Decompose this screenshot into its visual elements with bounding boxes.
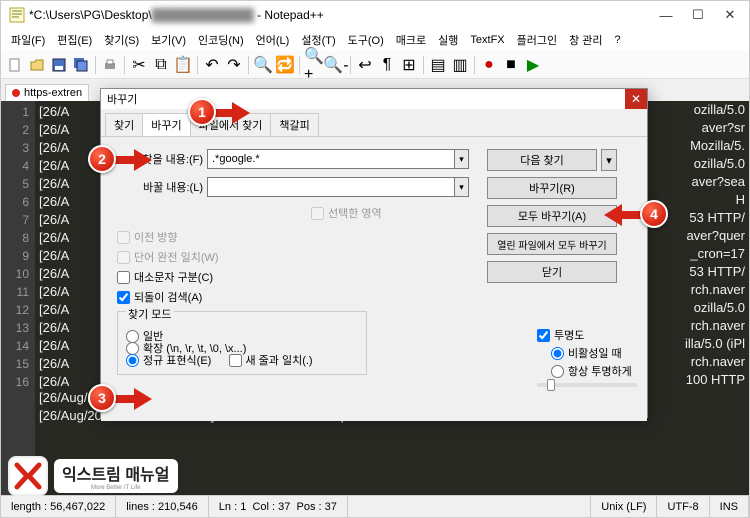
trans-always-radio[interactable] <box>551 365 564 378</box>
close-button[interactable]: 닫기 <box>487 261 617 283</box>
save-icon[interactable] <box>49 55 69 75</box>
annotation-marker-3: 3 <box>88 384 116 412</box>
dialog-body: 찾을 내용:(F) ▾ 바꿀 내용:(L) ▾ 선택한 영역 이전 방향 단어 … <box>101 137 647 421</box>
annotation-arrow-4 <box>604 204 644 226</box>
cut-icon[interactable]: ✂ <box>129 55 149 75</box>
dot-matches-newline-checkbox[interactable] <box>229 354 242 367</box>
menu-view[interactable]: 보기(V) <box>145 30 192 50</box>
window-title: *C:\Users\PG\Desktop\████████████ - Note… <box>29 8 659 22</box>
trans-lose-focus-radio[interactable] <box>551 347 564 360</box>
status-encoding: UTF-8 <box>657 496 709 517</box>
wrap-around-checkbox[interactable] <box>117 291 130 304</box>
redo-icon[interactable]: ↷ <box>224 55 244 75</box>
replace-input[interactable] <box>207 177 455 197</box>
status-eol: Unix (LF) <box>591 496 657 517</box>
replace-icon[interactable]: 🔁 <box>275 55 295 75</box>
find-icon[interactable]: 🔍 <box>253 55 273 75</box>
find-input[interactable] <box>207 149 455 169</box>
selection-only-checkbox <box>311 207 324 220</box>
tab-mark[interactable]: 책갈피 <box>270 113 318 136</box>
tab-find[interactable]: 찾기 <box>105 113 143 136</box>
document-tab[interactable]: https-extren <box>5 84 89 101</box>
watermark-text: 익스트림 매뉴얼 More Better IT Life <box>54 459 178 493</box>
minimize-button[interactable]: — <box>659 8 673 22</box>
annotation-marker-4: 4 <box>640 200 668 228</box>
menu-bar: 파일(F) 편집(E) 찾기(S) 보기(V) 인코딩(N) 언어(L) 설정(… <box>1 29 749 51</box>
unfold-icon[interactable]: ▥ <box>450 55 470 75</box>
annotation-marker-2: 2 <box>88 145 116 173</box>
whole-word-checkbox <box>117 251 130 264</box>
annotation-arrow-2 <box>112 149 152 171</box>
watermark: 익스트림 매뉴얼 More Better IT Life <box>8 456 178 496</box>
menu-encoding[interactable]: 인코딩(N) <box>192 30 250 50</box>
menu-run[interactable]: 실행 <box>432 30 464 50</box>
window-controls: — ☐ ✕ <box>659 8 737 22</box>
annotation-arrow-3 <box>112 388 152 410</box>
status-caret: Ln : 1 Col : 37 Pos : 37 <box>209 496 348 517</box>
line-gutter: 12345678910111213141516 <box>1 101 35 495</box>
replace-all-open-button[interactable]: 열린 파일에서 모두 바꾸기 <box>487 233 617 255</box>
play-macro-icon[interactable]: ▶ <box>523 55 543 75</box>
fold-icon[interactable]: ▤ <box>428 55 448 75</box>
replace-dropdown-icon[interactable]: ▾ <box>455 177 469 197</box>
maximize-button[interactable]: ☐ <box>691 8 705 22</box>
menu-search[interactable]: 찾기(S) <box>98 30 145 50</box>
menu-file[interactable]: 파일(F) <box>5 30 51 50</box>
dialog-close-button[interactable]: ✕ <box>625 89 647 109</box>
transparency-checkbox[interactable] <box>537 329 550 342</box>
modified-dot-icon <box>12 89 20 97</box>
print-icon[interactable] <box>100 55 120 75</box>
find-dropdown-icon[interactable]: ▾ <box>455 149 469 169</box>
replace-dialog: 바꾸기 ✕ 찾기 바꾸기 파일에서 찾기 책갈피 찾을 내용:(F) ▾ 바꿀 … <box>100 88 648 418</box>
save-all-icon[interactable] <box>71 55 91 75</box>
zoom-out-icon[interactable]: 🔍- <box>326 55 346 75</box>
status-bar: length : 56,467,022 lines : 210,546 Ln :… <box>1 495 749 517</box>
record-macro-icon[interactable]: ● <box>479 55 499 75</box>
menu-textfx[interactable]: TextFX <box>464 32 510 48</box>
document-tab-label: https-extren <box>24 87 82 99</box>
transparency-slider[interactable] <box>537 383 637 387</box>
menu-edit[interactable]: 편집(E) <box>51 30 98 50</box>
open-file-icon[interactable] <box>27 55 47 75</box>
find-next-button[interactable]: 다음 찾기 <box>487 149 597 171</box>
close-window-button[interactable]: ✕ <box>723 8 737 22</box>
wrap-icon[interactable]: ↩ <box>355 55 375 75</box>
undo-icon[interactable]: ↶ <box>202 55 222 75</box>
replace-all-button[interactable]: 모두 바꾸기(A) <box>487 205 617 227</box>
find-next-down-button[interactable]: ▾ <box>601 149 617 171</box>
mode-regex-radio[interactable] <box>126 354 139 367</box>
menu-help[interactable]: ? <box>609 32 627 48</box>
annotation-arrow-1 <box>210 102 250 124</box>
search-mode-group: 찾기 모드 일반 확장 (\n, \r, \t, \0, \x...) 정규 표… <box>117 311 367 375</box>
dialog-tabs: 찾기 바꾸기 파일에서 찾기 책갈피 <box>101 109 647 137</box>
app-icon <box>9 7 25 23</box>
new-file-icon[interactable] <box>5 55 25 75</box>
match-case-checkbox[interactable] <box>117 271 130 284</box>
replace-label: 바꿀 내용:(L) <box>131 179 203 195</box>
stop-macro-icon[interactable]: ■ <box>501 55 521 75</box>
annotation-marker-1: 1 <box>188 98 216 126</box>
menu-macro[interactable]: 매크로 <box>390 30 432 50</box>
menu-window[interactable]: 창 관리 <box>563 30 608 50</box>
main-toolbar: ✂ ⧉ 📋 ↶ ↷ 🔍 🔁 🔍+ 🔍- ↩ ¶ ⊞ ▤ ▥ ● ■ ▶ <box>1 51 749 79</box>
menu-language[interactable]: 언어(L) <box>250 30 296 50</box>
indent-guides-icon[interactable]: ⊞ <box>399 55 419 75</box>
backward-checkbox <box>117 231 130 244</box>
replace-button[interactable]: 바꾸기(R) <box>487 177 617 199</box>
status-length: length : 56,467,022 <box>1 496 116 517</box>
show-all-chars-icon[interactable]: ¶ <box>377 55 397 75</box>
paste-icon[interactable]: 📋 <box>173 55 193 75</box>
transparency-group: 투명도 비활성일 때 항상 투명하게 <box>537 327 637 387</box>
watermark-logo-icon <box>8 456 48 496</box>
tab-replace[interactable]: 바꾸기 <box>142 113 190 136</box>
status-lines: lines : 210,546 <box>116 496 209 517</box>
status-insert-mode: INS <box>710 496 749 517</box>
copy-icon[interactable]: ⧉ <box>151 55 171 75</box>
title-bar: *C:\Users\PG\Desktop\████████████ - Note… <box>1 1 749 29</box>
zoom-in-icon[interactable]: 🔍+ <box>304 55 324 75</box>
dialog-title-bar[interactable]: 바꾸기 ✕ <box>101 89 647 109</box>
menu-tools[interactable]: 도구(O) <box>342 30 390 50</box>
dialog-title: 바꾸기 <box>107 91 137 107</box>
menu-plugins[interactable]: 플러그인 <box>511 30 563 50</box>
